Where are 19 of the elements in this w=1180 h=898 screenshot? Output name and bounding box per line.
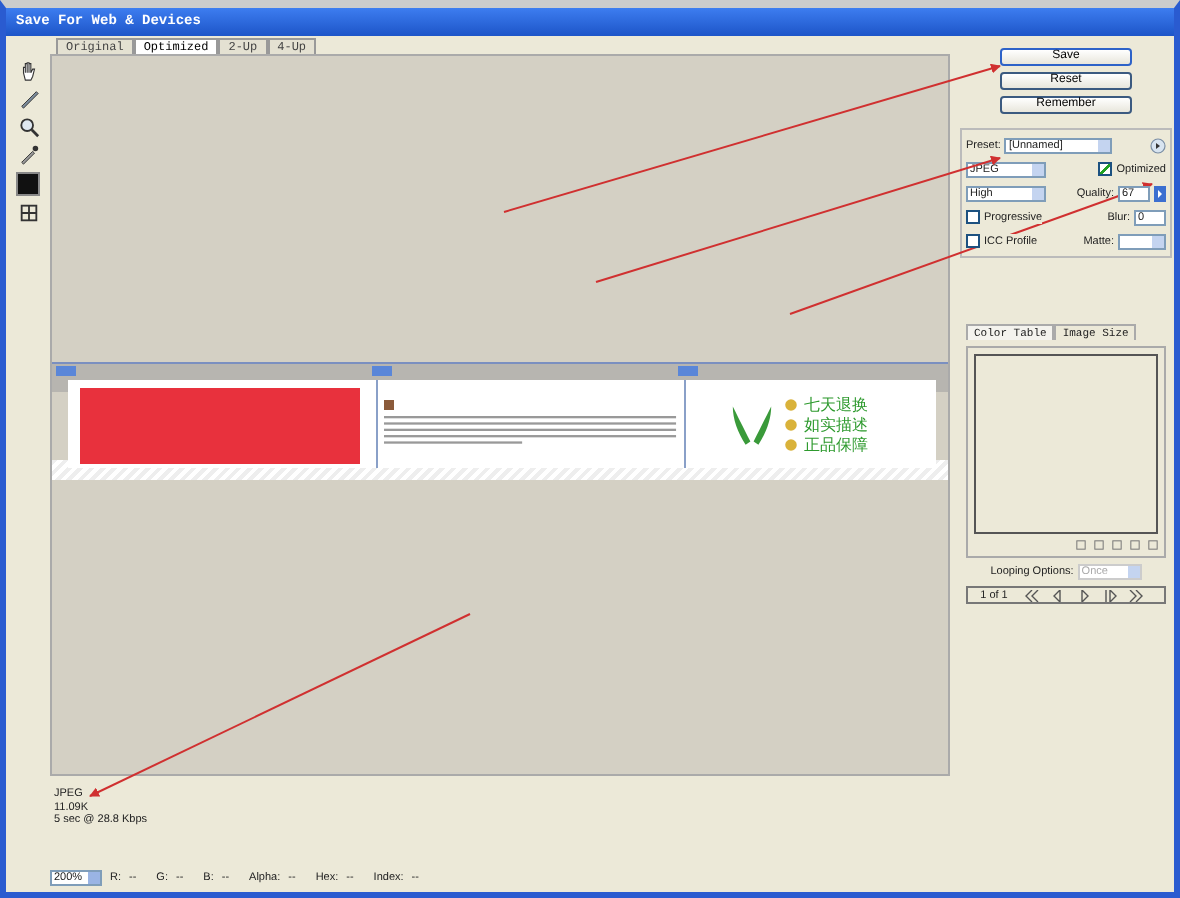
feature-text: 七天退换 <box>804 395 868 413</box>
matte-dropdown[interactable] <box>1118 233 1166 249</box>
slice-marker <box>372 366 392 376</box>
logo-icon <box>384 400 394 410</box>
slice-marker <box>678 366 698 376</box>
slider-arrow-icon[interactable] <box>1154 185 1166 201</box>
menu-icon[interactable] <box>1150 137 1166 153</box>
slice-select-icon[interactable] <box>17 88 39 110</box>
slice-visibility-icon[interactable] <box>17 202 39 224</box>
first-frame-icon[interactable] <box>1022 589 1042 601</box>
color-swatch[interactable] <box>16 172 40 196</box>
slice-marker <box>56 366 76 376</box>
feature-text: 正品保障 <box>804 435 868 453</box>
eyedropper-icon[interactable] <box>17 144 39 166</box>
feature-text: 如实描述 <box>804 415 868 433</box>
next-frame-icon[interactable] <box>1100 589 1120 601</box>
last-frame-icon[interactable] <box>1126 589 1146 601</box>
zoom-icon[interactable] <box>17 116 39 138</box>
hand-icon[interactable] <box>17 60 39 82</box>
